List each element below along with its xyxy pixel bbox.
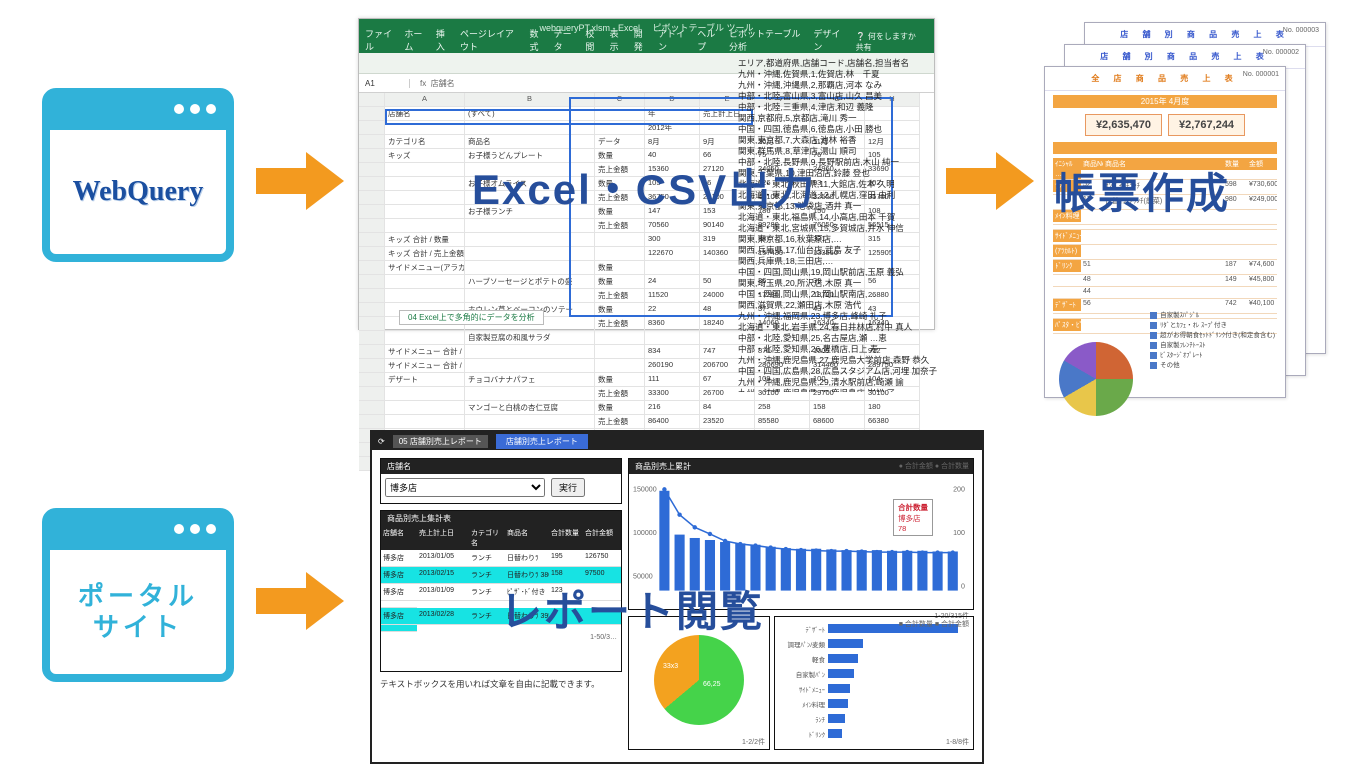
window-controls	[174, 524, 216, 534]
report-sum1: ¥2,635,470	[1085, 114, 1162, 136]
webquery-logo: WebQuery	[73, 176, 204, 208]
window-titlebar	[50, 96, 226, 130]
bar-pager: 1-8/8件	[946, 737, 969, 747]
report-pie-legend: 自家製ｽﾊﾟｼﾞﾙﾘﾀﾞとｶﾌｪ・ｵﾚ ｽｰﾌﾟ付き超がお得朝食ｾｯﾄﾄﾞﾘﾝｸ…	[1150, 309, 1275, 369]
webquery-window-icon: WebQuery	[42, 88, 234, 262]
pie-chart	[654, 635, 744, 725]
report-period: 2015年 4月度	[1053, 95, 1277, 108]
dashboard-toolbar: ⟳ 05 店舗別売上レポート 店舗別売上レポート	[372, 432, 982, 450]
table-title: 商品別売上集計表	[381, 511, 621, 526]
arrow-to-dashboard	[256, 572, 346, 630]
svg-text:200: 200	[953, 485, 965, 493]
window-titlebar	[50, 516, 226, 550]
dashboard-tab[interactable]: 店舗別売上レポート	[496, 434, 588, 449]
bar-chart-panel: ﾃﾞｻﾞｰﾄ調理ﾊﾟﾝ/麦類軽食自家製ﾊﾟﾝｻｲﾄﾞﾒﾆｭｰﾒｲﾝ料理ﾗﾝﾁﾄﾞ…	[774, 616, 974, 750]
window-controls	[174, 104, 216, 114]
excel-sheet-tab: 04 Excel上で多角的にデータを分析	[399, 310, 544, 325]
dashboard-note: テキストボックスを用いれば文章を自由に記載できます。	[380, 678, 620, 690]
store-select[interactable]: 博多店	[385, 478, 545, 497]
report-pie-chart	[1059, 342, 1133, 416]
label-report-view: レポート閲覧	[500, 578, 764, 639]
report-sum2: ¥2,767,244	[1168, 114, 1245, 136]
filter-panel: 店舗名 博多店 実行	[380, 458, 622, 504]
svg-text:100: 100	[953, 529, 965, 537]
filter-label: 店舗名	[381, 459, 621, 474]
arrow-to-excel	[256, 152, 346, 210]
label-excel-csv: Excel・CSV出力	[472, 156, 816, 217]
chart-callout: 合計数量 博多店 78	[893, 499, 933, 536]
portal-window-icon: ポータルサイト	[42, 508, 234, 682]
label-report-create: 帳票作成	[1054, 160, 1230, 221]
report-page-1: 全 店 商 品 売 上 表 No. 000001 2015年 4月度 ¥2,63…	[1044, 66, 1286, 398]
portal-label: ポータルサイト	[78, 581, 198, 643]
excel-formula-bar: fx 店舗名	[410, 78, 455, 89]
svg-text:0: 0	[961, 583, 965, 591]
svg-text:150000: 150000	[633, 485, 657, 493]
excel-namebox: A1	[359, 79, 410, 88]
run-button[interactable]: 実行	[551, 478, 585, 497]
svg-text:100000: 100000	[633, 529, 657, 537]
arrow-to-report	[946, 152, 1036, 210]
csv-text-block: エリア,都道府県,店舗コード,店舗名,担当者名九州・沖縄,佐賀県,1,佐賀店,林…	[738, 58, 938, 392]
excel-ribbon: webqueryPT.xlsm - Excel ピボットテーブル ツール ファイ…	[359, 19, 934, 53]
pie-pager: 1-2/2件	[742, 737, 765, 747]
